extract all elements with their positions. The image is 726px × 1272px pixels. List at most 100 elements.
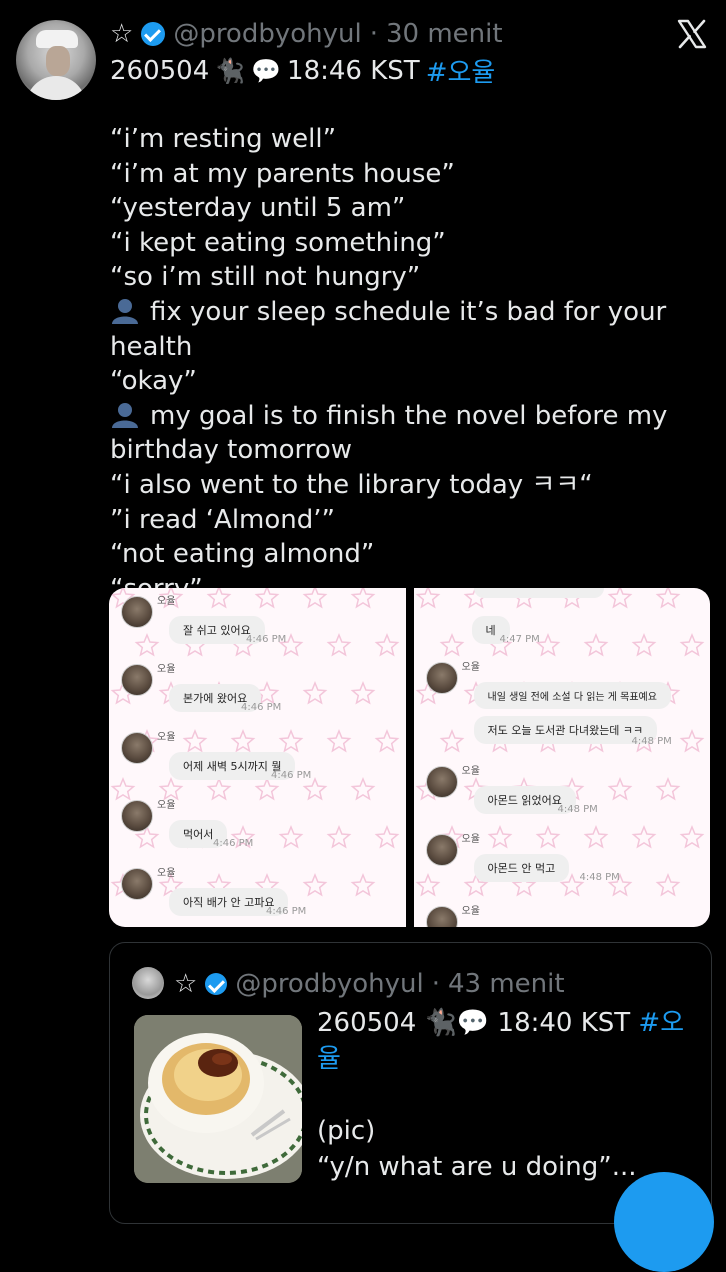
quoted-line: (pic): [317, 1116, 376, 1146]
chat-sender: 오율: [461, 662, 480, 673]
pattern-star: [254, 777, 280, 801]
verified-icon: [205, 973, 228, 995]
chat-screenshot-right[interactable]: 네 4:47 PM 오율 내일 생일 전에 소설 다 읽는 게 목표예요 저도 …: [413, 588, 710, 927]
chat-avatar: [121, 732, 153, 764]
tweet-time: 18:46 KST: [287, 55, 420, 86]
timestamp[interactable]: 30 menit: [386, 19, 503, 49]
hashtag-link[interactable]: #오율: [426, 52, 496, 89]
chat-avatar: [121, 868, 153, 900]
chat-time: 4:46 PM: [246, 634, 287, 645]
quoted-line: 260504 🐈‍⬛💬 18:40 KST #오: [317, 1005, 697, 1041]
separator-dot: ·: [369, 19, 378, 49]
pattern-star: [350, 873, 376, 897]
speech-bubble-emoji: 💬: [251, 56, 282, 85]
body-line: “okay”: [110, 366, 197, 397]
pattern-star: [679, 729, 704, 753]
pattern-star: [415, 873, 440, 897]
body-line-text: my goal is to finish the novel before my: [150, 400, 668, 431]
person-icon: [112, 298, 138, 324]
body-line: “i’m at my parents house”: [110, 158, 455, 189]
cut-off-bubble: [473, 588, 604, 598]
tweet-date: 260504: [110, 55, 210, 86]
pattern-star: [655, 588, 680, 609]
pattern-star: [206, 777, 232, 801]
pattern-star: [302, 681, 328, 705]
chat-time: 4:46 PM: [241, 702, 282, 713]
pattern-star: [655, 777, 680, 801]
chat-sender: 오율: [157, 800, 176, 811]
chat-time: 4:48 PM: [579, 872, 620, 883]
avatar-shirt: [26, 76, 86, 100]
pattern-star: [607, 588, 632, 609]
chat-time: 4:48 PM: [631, 736, 672, 747]
pattern-star: [278, 825, 304, 849]
x-logo-icon[interactable]: [676, 18, 708, 50]
tweet-body: “i’m resting well” “i’m at my parents ho…: [110, 122, 720, 606]
pattern-star: [374, 825, 400, 849]
author-handle[interactable]: @prodbyohyul: [173, 19, 361, 49]
hashtag-link[interactable]: #오: [638, 1008, 684, 1038]
cat-emoji: 🐈‍⬛: [215, 56, 246, 85]
pattern-star: [350, 588, 376, 609]
pattern-star: [350, 681, 376, 705]
pattern-star: [230, 729, 256, 753]
pattern-star: [535, 633, 560, 657]
hashtag-link[interactable]: 율: [317, 1044, 341, 1074]
egg-tart-image: [134, 1015, 302, 1183]
pattern-star: [607, 777, 632, 801]
pattern-star: [302, 588, 328, 609]
body-line: “so i’m still not hungry”: [110, 262, 421, 293]
chat-bubble: 아몬드 안 먹고: [473, 854, 570, 882]
chat-sender: 오율: [157, 664, 176, 675]
pattern-star: [631, 633, 656, 657]
quoted-tweet-text: 260504 🐈‍⬛💬 18:40 KST #오 율 (pic) “y/n wh…: [317, 1005, 697, 1185]
pattern-star: [326, 729, 352, 753]
chat-screenshot-left[interactable]: 오율 잘 쉬고 있어요 4:46 PM 오율 본가에 왔어요 4:46 PM 오…: [109, 588, 406, 927]
star-icon: ☆: [174, 969, 198, 999]
compose-fab[interactable]: [614, 1172, 714, 1272]
chat-sender: 오율: [461, 906, 480, 917]
pattern-star: [415, 588, 440, 609]
chat-time: 4:46 PM: [266, 906, 307, 917]
chat-sender: 오율: [157, 596, 176, 607]
pattern-star: [110, 777, 136, 801]
quoted-tweet-header: ☆ @prodbyohyul · 43 menit: [174, 967, 565, 1001]
body-line: ”i read ‘Almond’”: [110, 504, 335, 535]
pattern-star: [134, 633, 160, 657]
chat-sender: 오율: [461, 766, 480, 777]
tweet-header: ☆ @prodbyohyul · 30 menit: [110, 18, 503, 50]
chat-sender: 오율: [157, 868, 176, 879]
chat-time: 4:47 PM: [499, 634, 540, 645]
chat-bubble: 내일 생일 전에 소설 다 읽는 게 목표예요: [473, 682, 671, 709]
chat-avatar: [121, 800, 153, 832]
pattern-star: [487, 825, 512, 849]
pattern-star: [302, 777, 328, 801]
pattern-star: [631, 825, 656, 849]
body-line-text: fix your sleep schedule it’s bad for you…: [110, 296, 675, 362]
pattern-star: [679, 825, 704, 849]
author-avatar[interactable]: [16, 20, 96, 100]
person-icon: [112, 402, 138, 428]
pattern-star: [655, 873, 680, 897]
quoted-timestamp: 43 menit: [447, 969, 565, 999]
pattern-star: [206, 588, 232, 609]
pattern-star: [583, 633, 608, 657]
quoted-author-handle: @prodbyohyul: [235, 969, 424, 999]
separator-dot: ·: [431, 969, 440, 999]
tweet-first-line: 260504 🐈‍⬛ 💬 18:46 KST #오율: [110, 52, 495, 89]
pattern-star: [679, 633, 704, 657]
chat-sender: 오율: [461, 834, 480, 845]
chat-avatar: [425, 906, 458, 927]
pattern-star: [350, 777, 376, 801]
tweet-media[interactable]: 오율 잘 쉬고 있어요 4:46 PM 오율 본가에 왔어요 4:46 PM 오…: [109, 588, 710, 927]
body-line: my goal is to finish the novel before my: [110, 399, 720, 434]
pattern-star: [583, 825, 608, 849]
body-line: “i kept eating something”: [110, 227, 446, 258]
pattern-star: [182, 729, 208, 753]
chat-time: 4:46 PM: [213, 838, 254, 849]
quoted-tweet-thumbnail: [134, 1015, 302, 1183]
quoted-tweet[interactable]: ☆ @prodbyohyul · 43 menit 260504 🐈‍⬛💬 18…: [109, 942, 712, 1224]
chat-avatar: [425, 766, 458, 798]
body-line: “not eating almond”: [110, 539, 375, 570]
